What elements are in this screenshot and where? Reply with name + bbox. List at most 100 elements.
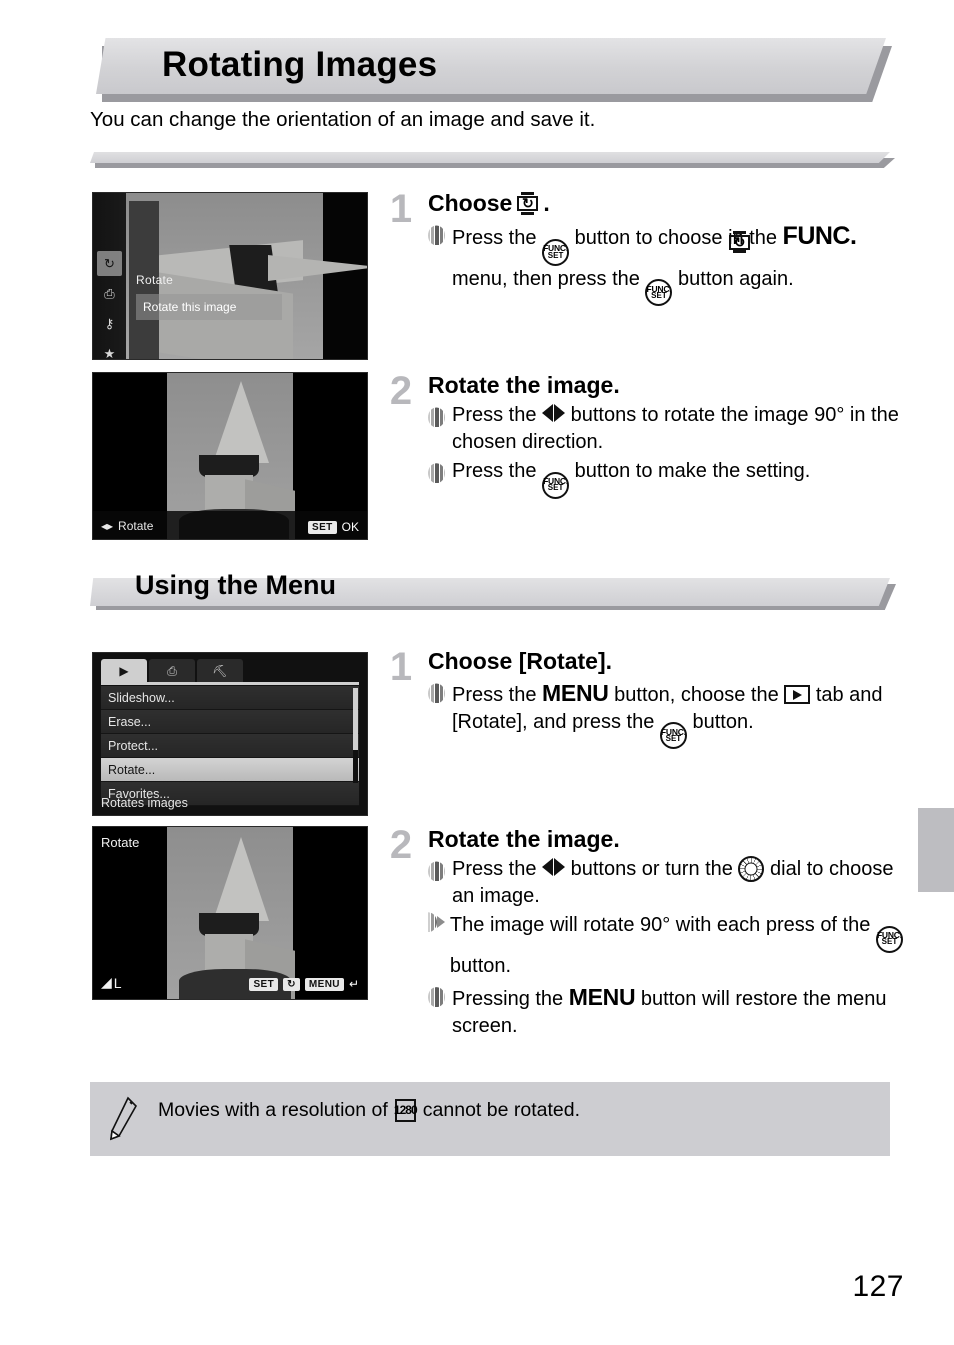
page-number: 127 <box>852 1270 904 1303</box>
bullet-marker-icon <box>428 463 445 484</box>
menu-scrollbar-thumb[interactable] <box>353 688 358 750</box>
step-title-text: Choose <box>428 190 513 216</box>
menu-item-slideshow[interactable]: Slideshow... <box>101 686 359 710</box>
menu-item-rotate[interactable]: Rotate... <box>101 758 359 782</box>
instruction-text: Press the FUNC. SET button to choose ↻ in… <box>452 220 906 307</box>
tab-settings[interactable]: ⛏ <box>197 659 243 683</box>
func-menu-selected-label: Rotate this image <box>143 300 237 314</box>
bullet-marker-icon <box>428 683 445 704</box>
rotate-icon: ↻ <box>516 191 539 215</box>
note-text-after: cannot be rotated. <box>422 1099 580 1121</box>
instruction-line: Press the buttons or turn the dial to ch… <box>428 856 906 909</box>
instruction-line: Press the FUNC. SET button to choose ↻ in… <box>428 220 906 307</box>
preview-hint-label: Rotate <box>118 519 154 533</box>
step-title: Choose ↻ . <box>428 190 906 216</box>
photo-spire <box>213 381 269 463</box>
control-dial-icon <box>738 856 765 883</box>
screenshot-rotate-preview: ◂▸ Rotate SET OK <box>92 372 368 540</box>
note-box: Movies with a resolution of 1280 cannot … <box>90 1082 890 1156</box>
instruction-text: Press the FUNC. SET button to make the se… <box>452 458 810 499</box>
rotate-glyph: ↻ <box>521 194 534 211</box>
menu-key-badge: MENU <box>304 977 344 991</box>
step-title: Rotate the image. <box>428 372 620 398</box>
bullet-marker-icon <box>428 225 445 246</box>
left-right-buttons-icon <box>542 404 566 423</box>
menu-scrollbar[interactable] <box>353 688 358 783</box>
func-rotate-icon[interactable]: ↻ <box>97 251 122 276</box>
photo-spire <box>213 837 269 921</box>
quality-triangle-icon: ◢ <box>101 974 112 990</box>
func-set-button-icon: FUNC. SET <box>542 471 570 499</box>
instruction-text: Press the buttons to rotate the image 90… <box>452 404 899 453</box>
func-word-icon: FUNC. <box>782 222 857 251</box>
playback-tab-icon <box>784 685 811 705</box>
image-quality-indicator: ◢ L <box>101 974 122 991</box>
menu-word-icon: MENU <box>542 680 609 707</box>
bullet-marker-icon <box>428 987 445 1008</box>
func-menu-icon-column[interactable]: ↻ ⎙ ⚷ ★ <box>93 193 126 359</box>
screenshot-func-menu: ↻ ⎙ ⚷ ★ Rotate Rotate this image <box>92 192 368 360</box>
tab-print[interactable]: ⎙ <box>149 659 195 683</box>
func-favorites-star-icon[interactable]: ★ <box>97 341 122 360</box>
page-title-banner: Rotating Images <box>96 38 892 102</box>
func-protect-key-icon[interactable]: ⚷ <box>97 311 122 336</box>
step-body: Rotate the image. Press the buttons or t… <box>428 826 906 1039</box>
step-func-1: 1 Choose ↻ . Press the FUNC. SET button t… <box>386 187 906 307</box>
step-title: Rotate the image. <box>428 826 620 852</box>
step-body: Choose [Rotate]. Press the MENU button, … <box>428 648 906 750</box>
func-set-button-icon: FUNC. SET <box>645 279 673 307</box>
instruction-text: The image will rotate 90° with each pres… <box>449 914 903 977</box>
screenshot-playback-menu: ▶ ⎙ ⛏ Slideshow... Erase... Protect... R… <box>92 652 368 816</box>
instruction-line: Press the MENU button, choose the tab an… <box>428 678 906 750</box>
left-right-arrows-icon: ◂▸ <box>101 519 114 533</box>
step-menu-1: 1 Choose [Rotate]. Press the MENU button… <box>386 645 906 750</box>
photo-church-portrait-2 <box>93 827 367 999</box>
instruction-line: The image will rotate 90° with each pres… <box>428 912 906 979</box>
rotate-icon: ↻ <box>283 977 300 991</box>
func-print-icon[interactable]: ⎙ <box>97 281 122 306</box>
tab-playback[interactable]: ▶ <box>101 659 147 683</box>
instruction-text: Pressing the MENU button will restore th… <box>452 984 887 1037</box>
menu-tab-strip[interactable]: ▶ ⎙ ⛏ <box>101 659 243 683</box>
step-title: Choose [Rotate]. <box>428 648 612 674</box>
result-marker-icon <box>428 912 445 932</box>
preview-hint-left: ◂▸ Rotate <box>101 519 153 533</box>
func-set-button-icon: FUNC. SET <box>659 722 687 750</box>
instruction-line: Press the FUNC. SET button to make the se… <box>428 458 906 499</box>
section-divider <box>90 152 895 168</box>
func-set-button-icon: FUNC. SET <box>542 238 570 266</box>
quality-label: L <box>113 974 122 991</box>
section-header-using-the-menu: Using the Menu <box>90 570 896 614</box>
photo-spire-tip <box>268 255 367 281</box>
title-bar: Rotating Images <box>96 38 886 94</box>
divider-bar <box>90 152 890 163</box>
func-menu-heading: Rotate <box>136 273 174 287</box>
instruction-text: Press the buttons or turn the dial to ch… <box>452 856 894 907</box>
step-number: 1 <box>389 645 413 689</box>
func-set-button-icon: FUNC. SET <box>875 925 903 953</box>
bullet-marker-icon <box>428 407 445 428</box>
menu-item-erase[interactable]: Erase... <box>101 710 359 734</box>
set-key-action: OK <box>341 520 359 534</box>
section-title: Using the Menu <box>135 570 336 600</box>
intro-text: You can change the orientation of an ima… <box>90 108 596 131</box>
instruction-line: Press the buttons to rotate the image 90… <box>428 402 906 455</box>
left-right-buttons-icon <box>542 858 566 877</box>
func-menu-selected-row[interactable]: Rotate this image <box>136 294 282 320</box>
manual-page: Rotating Images You can change the orien… <box>0 0 954 1345</box>
return-arrow-icon: ↵ <box>348 977 359 991</box>
menu-item-protect[interactable]: Protect... <box>101 734 359 758</box>
set-key-badge: SET <box>249 977 279 991</box>
step-number: 1 <box>389 187 413 231</box>
menu-item-list[interactable]: Slideshow... Erase... Protect... Rotate.… <box>101 686 359 806</box>
preview-hint-right: SET OK <box>308 520 359 534</box>
note-text-before: Movies with a resolution of <box>158 1099 388 1121</box>
photo-church-landscape <box>93 193 367 359</box>
tab-underline <box>101 682 359 685</box>
movie-resolution-icon: 1280 <box>393 1098 418 1123</box>
photo-letterbox-right <box>293 827 367 999</box>
bullet-marker-icon <box>428 861 445 882</box>
menu-word-icon: MENU <box>568 984 636 1011</box>
set-key-badge: SET <box>308 520 337 534</box>
step-menu-2: 2 Rotate the image. Press the buttons or… <box>386 825 906 1039</box>
